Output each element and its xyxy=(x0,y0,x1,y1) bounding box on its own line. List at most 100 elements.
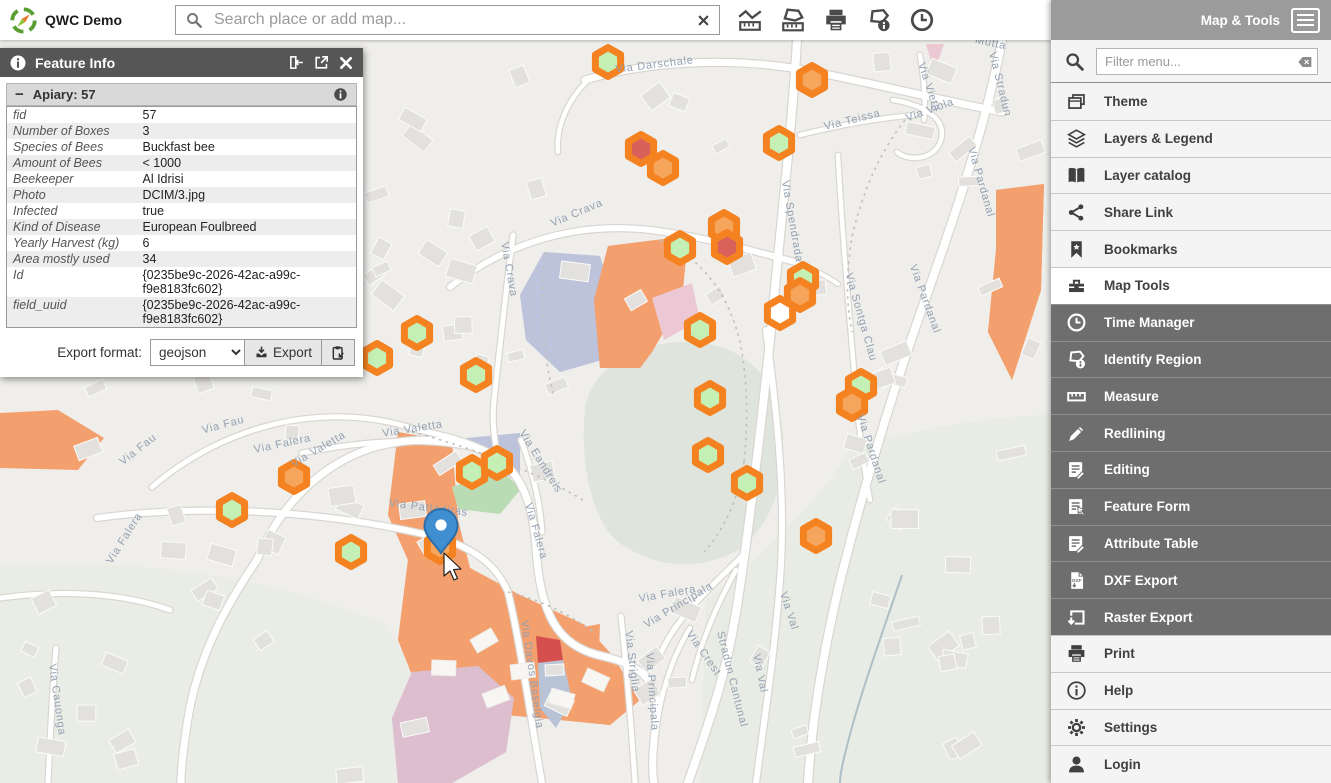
hamburger-menu-icon[interactable] xyxy=(1291,8,1320,33)
feature-attribute-row: Area mostly used34 xyxy=(7,251,357,267)
export-format-label: Export format: xyxy=(57,345,142,360)
sidebar-item-label: Raster Export xyxy=(1104,610,1193,625)
dock-panel-button[interactable] xyxy=(288,54,305,71)
sidebar-item-bookmarks[interactable]: Bookmarks xyxy=(1051,230,1331,267)
apiary-marker[interactable] xyxy=(695,441,720,470)
feature-attribute-row: Amount of Bees< 1000 xyxy=(7,155,357,171)
sidebar-item-print[interactable]: Print xyxy=(1051,635,1331,672)
apiary-marker[interactable] xyxy=(338,538,363,567)
export-format-select[interactable]: geojson xyxy=(150,339,245,366)
clock-icon xyxy=(909,7,935,33)
apiary-marker[interactable] xyxy=(714,233,739,262)
detach-panel-button[interactable] xyxy=(313,54,330,71)
sidebar-item-layer-catalog[interactable]: Layer catalog xyxy=(1051,157,1331,194)
apiary-marker[interactable] xyxy=(803,522,828,551)
sidebar-item-identify-region[interactable]: Identify Region xyxy=(1051,341,1331,378)
feature-attribute-row: BeekeeperAl Idrisi xyxy=(7,171,357,187)
attribute-label: Kind of Disease xyxy=(7,219,137,235)
apiary-marker[interactable] xyxy=(650,154,675,183)
close-panel-button[interactable] xyxy=(338,55,354,71)
apiary-marker[interactable] xyxy=(459,458,484,487)
apiary-marker[interactable] xyxy=(697,384,722,413)
collapse-icon[interactable]: − xyxy=(15,87,24,102)
info-badge-icon xyxy=(9,54,27,72)
attribute-label: Species of Bees xyxy=(7,139,137,155)
export-button[interactable]: Export xyxy=(245,339,322,366)
time-manager-button[interactable] xyxy=(907,5,937,35)
apiary-marker[interactable] xyxy=(667,234,692,263)
sidebar-item-label: Login xyxy=(1104,757,1141,772)
print-icon xyxy=(1066,643,1087,664)
attribute-value: 6 xyxy=(137,235,357,251)
user-icon xyxy=(1066,754,1087,775)
apiary-marker[interactable] xyxy=(687,316,712,345)
measure-area-button[interactable] xyxy=(778,5,808,35)
sidebar-item-login[interactable]: Login xyxy=(1051,745,1331,782)
attribute-label: Area mostly used xyxy=(7,251,137,267)
share-icon xyxy=(1066,202,1087,223)
attribute-label: fid xyxy=(7,107,137,124)
download-icon xyxy=(254,345,269,360)
sidebar-item-share-link[interactable]: Share Link xyxy=(1051,193,1331,230)
sidebar-item-redlining[interactable]: Redlining xyxy=(1051,414,1331,451)
search-input[interactable] xyxy=(212,10,688,30)
sidebar-item-label: Settings xyxy=(1104,720,1157,735)
sidebar-item-label: Attribute Table xyxy=(1104,536,1198,551)
feature-attribute-row: fid57 xyxy=(7,107,357,124)
search-clear-icon[interactable] xyxy=(697,14,710,27)
sidebar-item-label: Help xyxy=(1104,683,1133,698)
sidebar-title: Map & Tools xyxy=(1201,13,1280,28)
measure-line-button[interactable] xyxy=(735,5,765,35)
sidebar-item-label: Theme xyxy=(1104,94,1148,109)
attribute-value: true xyxy=(137,203,357,219)
dxf-file-icon xyxy=(1066,570,1087,591)
copy-to-clipboard-button[interactable] xyxy=(322,339,355,366)
attribute-value: < 1000 xyxy=(137,155,357,171)
attribute-value: {0235be9c-2026-42ac-a99c-f9e8183fc602} xyxy=(137,297,357,328)
sidebar-item-raster-export[interactable]: Raster Export xyxy=(1051,598,1331,635)
apiary-marker[interactable] xyxy=(766,129,791,158)
sidebar: Map & Tools Theme Layers & Legend Layer ca… xyxy=(1051,0,1331,783)
feature-zoom-info-icon[interactable] xyxy=(333,87,348,102)
apiary-marker[interactable] xyxy=(219,496,244,525)
attribute-value: 3 xyxy=(137,123,357,139)
sidebar-item-map-tools[interactable]: Map Tools xyxy=(1051,267,1331,304)
feature-attribute-row: Number of Boxes3 xyxy=(7,123,357,139)
apiary-marker[interactable] xyxy=(484,449,509,478)
attribute-value: Buckfast bee xyxy=(137,139,357,155)
sidebar-item-theme[interactable]: Theme xyxy=(1051,83,1331,120)
measure-area-icon xyxy=(780,7,806,33)
sidebar-item-editing[interactable]: Editing xyxy=(1051,451,1331,488)
apiary-marker[interactable] xyxy=(799,66,824,95)
top-bar: QWC Demo xyxy=(0,0,1051,40)
toolbox-icon xyxy=(1066,275,1087,296)
print-button[interactable] xyxy=(821,5,851,35)
sidebar-item-label: Measure xyxy=(1104,389,1159,404)
sidebar-item-dxf-export[interactable]: DXF Export xyxy=(1051,561,1331,598)
export-row: Export format: geojson Export xyxy=(6,328,357,377)
apiary-marker[interactable] xyxy=(463,361,488,390)
sidebar-item-label: Layer catalog xyxy=(1104,168,1191,183)
apiary-marker[interactable] xyxy=(767,299,792,328)
sidebar-item-time-manager[interactable]: Time Manager xyxy=(1051,304,1331,341)
identify-region-icon xyxy=(866,7,892,33)
apiary-marker[interactable] xyxy=(734,469,759,498)
feature-section-header[interactable]: − Apiary: 57 xyxy=(6,83,357,106)
identify-region-icon xyxy=(1066,349,1087,370)
filter-search-icon xyxy=(1064,51,1085,72)
apiary-marker[interactable] xyxy=(364,344,389,373)
feature-attribute-row: PhotoDCIM/3.jpg xyxy=(7,187,357,203)
sidebar-item-attribute-table[interactable]: Attribute Table xyxy=(1051,525,1331,562)
attribute-value: 34 xyxy=(137,251,357,267)
sidebar-item-layers-legend[interactable]: Layers & Legend xyxy=(1051,120,1331,157)
identify-region-button[interactable] xyxy=(864,5,894,35)
filter-menu-input[interactable] xyxy=(1096,48,1318,75)
sidebar-item-measure[interactable]: Measure xyxy=(1051,377,1331,414)
feature-info-title: Feature Info xyxy=(35,55,115,71)
sidebar-item-help[interactable]: Help xyxy=(1051,672,1331,709)
sidebar-item-feature-form[interactable]: Feature Form xyxy=(1051,488,1331,525)
apiary-marker[interactable] xyxy=(404,319,429,348)
sidebar-item-settings[interactable]: Settings xyxy=(1051,709,1331,746)
feature-attribute-row: Id{0235be9c-2026-42ac-a99c-f9e8183fc602} xyxy=(7,267,357,297)
filter-clear-icon[interactable] xyxy=(1297,54,1313,70)
